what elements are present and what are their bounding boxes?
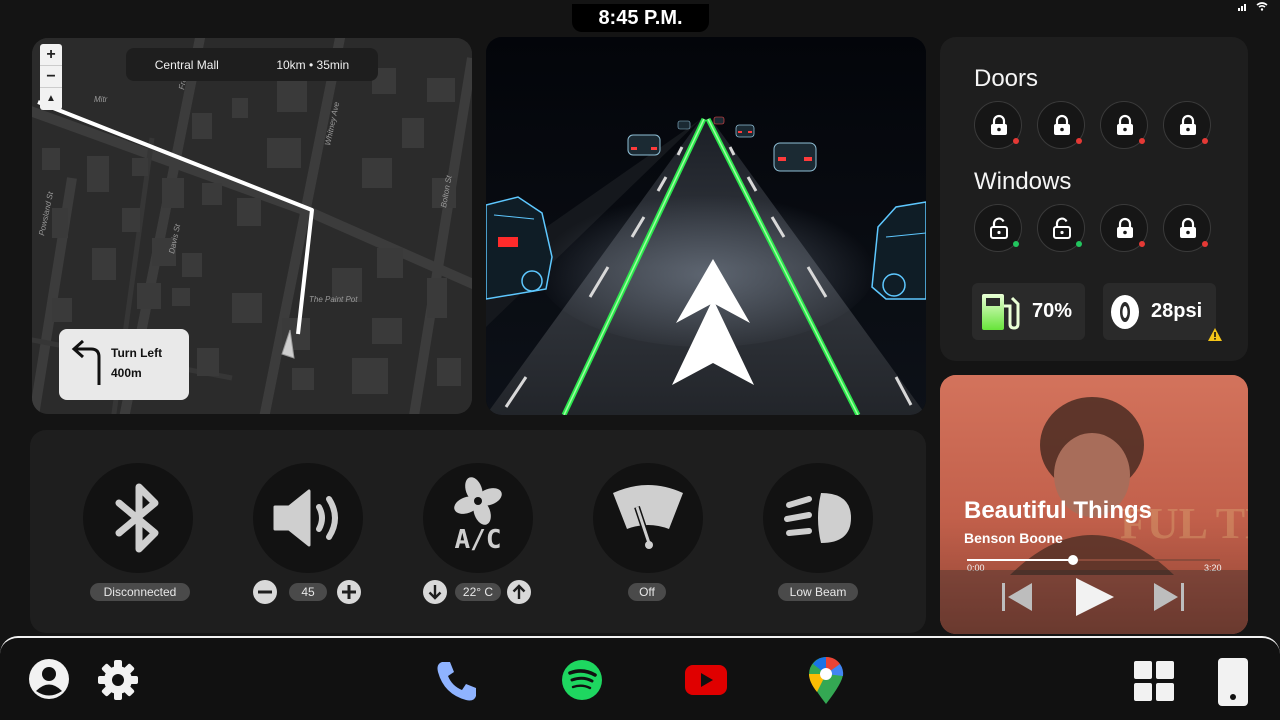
fuel-percent: 70% xyxy=(1032,300,1073,322)
volume-level: 45 xyxy=(289,583,327,601)
lock-closed-icon xyxy=(1117,217,1133,238)
speaker-icon xyxy=(273,489,338,547)
lock-closed-icon xyxy=(1180,217,1196,238)
locked-indicator xyxy=(1013,138,1019,144)
route-info[interactable]: Central Mall 10km • 35min xyxy=(126,48,378,81)
bottom-dock xyxy=(0,636,1280,720)
tire-pressure: 28psi xyxy=(1103,283,1216,340)
wiper-icon xyxy=(613,485,683,549)
street-label: Mitr xyxy=(94,95,108,104)
locked-indicator xyxy=(1139,138,1145,144)
phone-app-icon[interactable] xyxy=(434,658,480,704)
door-lock-button[interactable] xyxy=(1163,101,1211,149)
navigation-map[interactable]: Mitr Whitney Ave Powsland St Davis St Bo… xyxy=(32,38,472,414)
headlights-button[interactable] xyxy=(763,463,873,573)
lock-closed-icon xyxy=(1117,114,1133,135)
tire-pressure-value: 28psi xyxy=(1151,300,1203,322)
window-lock-button[interactable] xyxy=(974,204,1022,252)
locked-indicator xyxy=(1139,241,1145,247)
temp-up-button[interactable] xyxy=(506,579,532,605)
lock-closed-icon xyxy=(1054,114,1070,135)
headlights-status: Low Beam xyxy=(778,583,858,601)
ac-temperature: 22° C xyxy=(455,583,501,601)
lock-open-icon xyxy=(990,217,1008,239)
temp-down-button[interactable] xyxy=(422,579,448,605)
wipers-status: Off xyxy=(628,583,666,601)
door-lock-button[interactable] xyxy=(1100,101,1148,149)
road-visualization xyxy=(486,37,926,415)
car-ahead xyxy=(627,134,661,156)
locked-indicator xyxy=(1202,241,1208,247)
locked-indicator xyxy=(1202,138,1208,144)
distance-eta: 10km • 35min xyxy=(276,57,350,72)
turn-instruction: Turn Left xyxy=(111,346,163,360)
car-left xyxy=(486,196,553,300)
zoom-in-button[interactable]: + xyxy=(40,44,62,66)
apps-grid-icon[interactable] xyxy=(1133,660,1175,702)
next-track-button[interactable] xyxy=(1152,580,1186,614)
bluetooth-icon xyxy=(115,483,159,553)
profile-icon[interactable] xyxy=(28,658,70,700)
song-title: Beautiful Things xyxy=(964,497,1152,524)
doors-title: Doors xyxy=(974,65,1039,92)
vehicle-status-panel: Doors Windows 70% 28psi xyxy=(940,37,1248,361)
lock-closed-icon xyxy=(991,114,1007,135)
status-icons xyxy=(1238,2,1268,11)
window-lock-button[interactable] xyxy=(1037,204,1085,252)
lock-open-icon xyxy=(1053,217,1071,239)
signal-icon xyxy=(1238,3,1246,11)
fuel-level: 70% xyxy=(972,283,1085,340)
turn-distance: 400m xyxy=(111,366,142,380)
destination-label: Central Mall xyxy=(154,57,219,72)
settings-gear-icon[interactable] xyxy=(97,659,139,701)
wipers-button[interactable] xyxy=(593,463,703,573)
play-button[interactable] xyxy=(1072,576,1116,618)
tire-icon xyxy=(1111,295,1139,329)
compass-icon[interactable]: ▲ xyxy=(40,88,62,110)
window-lock-button[interactable] xyxy=(1100,204,1148,252)
car-ahead xyxy=(773,142,817,172)
volume-up-button[interactable] xyxy=(336,579,362,605)
driver-assist-view xyxy=(486,37,926,415)
google-maps-app-icon[interactable] xyxy=(807,656,845,706)
locked-indicator xyxy=(1076,138,1082,144)
zoom-controls: + − ▲ xyxy=(40,44,62,110)
progress-fill xyxy=(967,559,1074,561)
lock-closed-icon xyxy=(1180,114,1196,135)
bluetooth-status: Disconnected xyxy=(90,583,190,601)
phone-mirror-icon[interactable] xyxy=(1217,657,1249,707)
fuel-pump-icon xyxy=(982,294,1020,330)
volume-down-button[interactable] xyxy=(252,579,278,605)
quick-controls-panel: Disconnected 45 A/C 22° C Off Low Beam xyxy=(30,430,926,633)
song-artist: Benson Boone xyxy=(964,530,1063,546)
clock: 8:45 P.M. xyxy=(572,4,709,32)
progress-bar[interactable] xyxy=(967,555,1220,565)
unlocked-indicator xyxy=(1013,241,1019,247)
status-bar: 8:45 P.M. xyxy=(0,0,1280,32)
fan-icon xyxy=(454,477,502,525)
spotify-app-icon[interactable] xyxy=(561,659,603,701)
headlight-icon xyxy=(784,493,851,543)
ac-button[interactable]: A/C xyxy=(423,463,533,573)
zoom-out-button[interactable]: − xyxy=(40,66,62,88)
windows-title: Windows xyxy=(974,168,1072,195)
volume-button[interactable] xyxy=(253,463,363,573)
turn-left-arrow-icon xyxy=(71,339,101,385)
street-label: The Paint Pot xyxy=(309,295,358,304)
previous-track-button[interactable] xyxy=(1000,580,1034,614)
door-lock-button[interactable] xyxy=(974,101,1022,149)
warning-icon xyxy=(1208,328,1222,341)
door-lock-button[interactable] xyxy=(1037,101,1085,149)
playback-controls xyxy=(940,570,1248,634)
window-lock-button[interactable] xyxy=(1163,204,1211,252)
bluetooth-button[interactable] xyxy=(83,463,193,573)
unlocked-indicator xyxy=(1076,241,1082,247)
youtube-app-icon[interactable] xyxy=(685,665,727,695)
ac-label: A/C xyxy=(454,525,502,555)
music-player: FUL THINGS Beautiful Things Benson Boone… xyxy=(940,375,1248,634)
car-ahead xyxy=(735,124,755,138)
wifi-icon xyxy=(1256,2,1268,11)
turn-instruction-card: Turn Left 400m xyxy=(59,329,189,400)
